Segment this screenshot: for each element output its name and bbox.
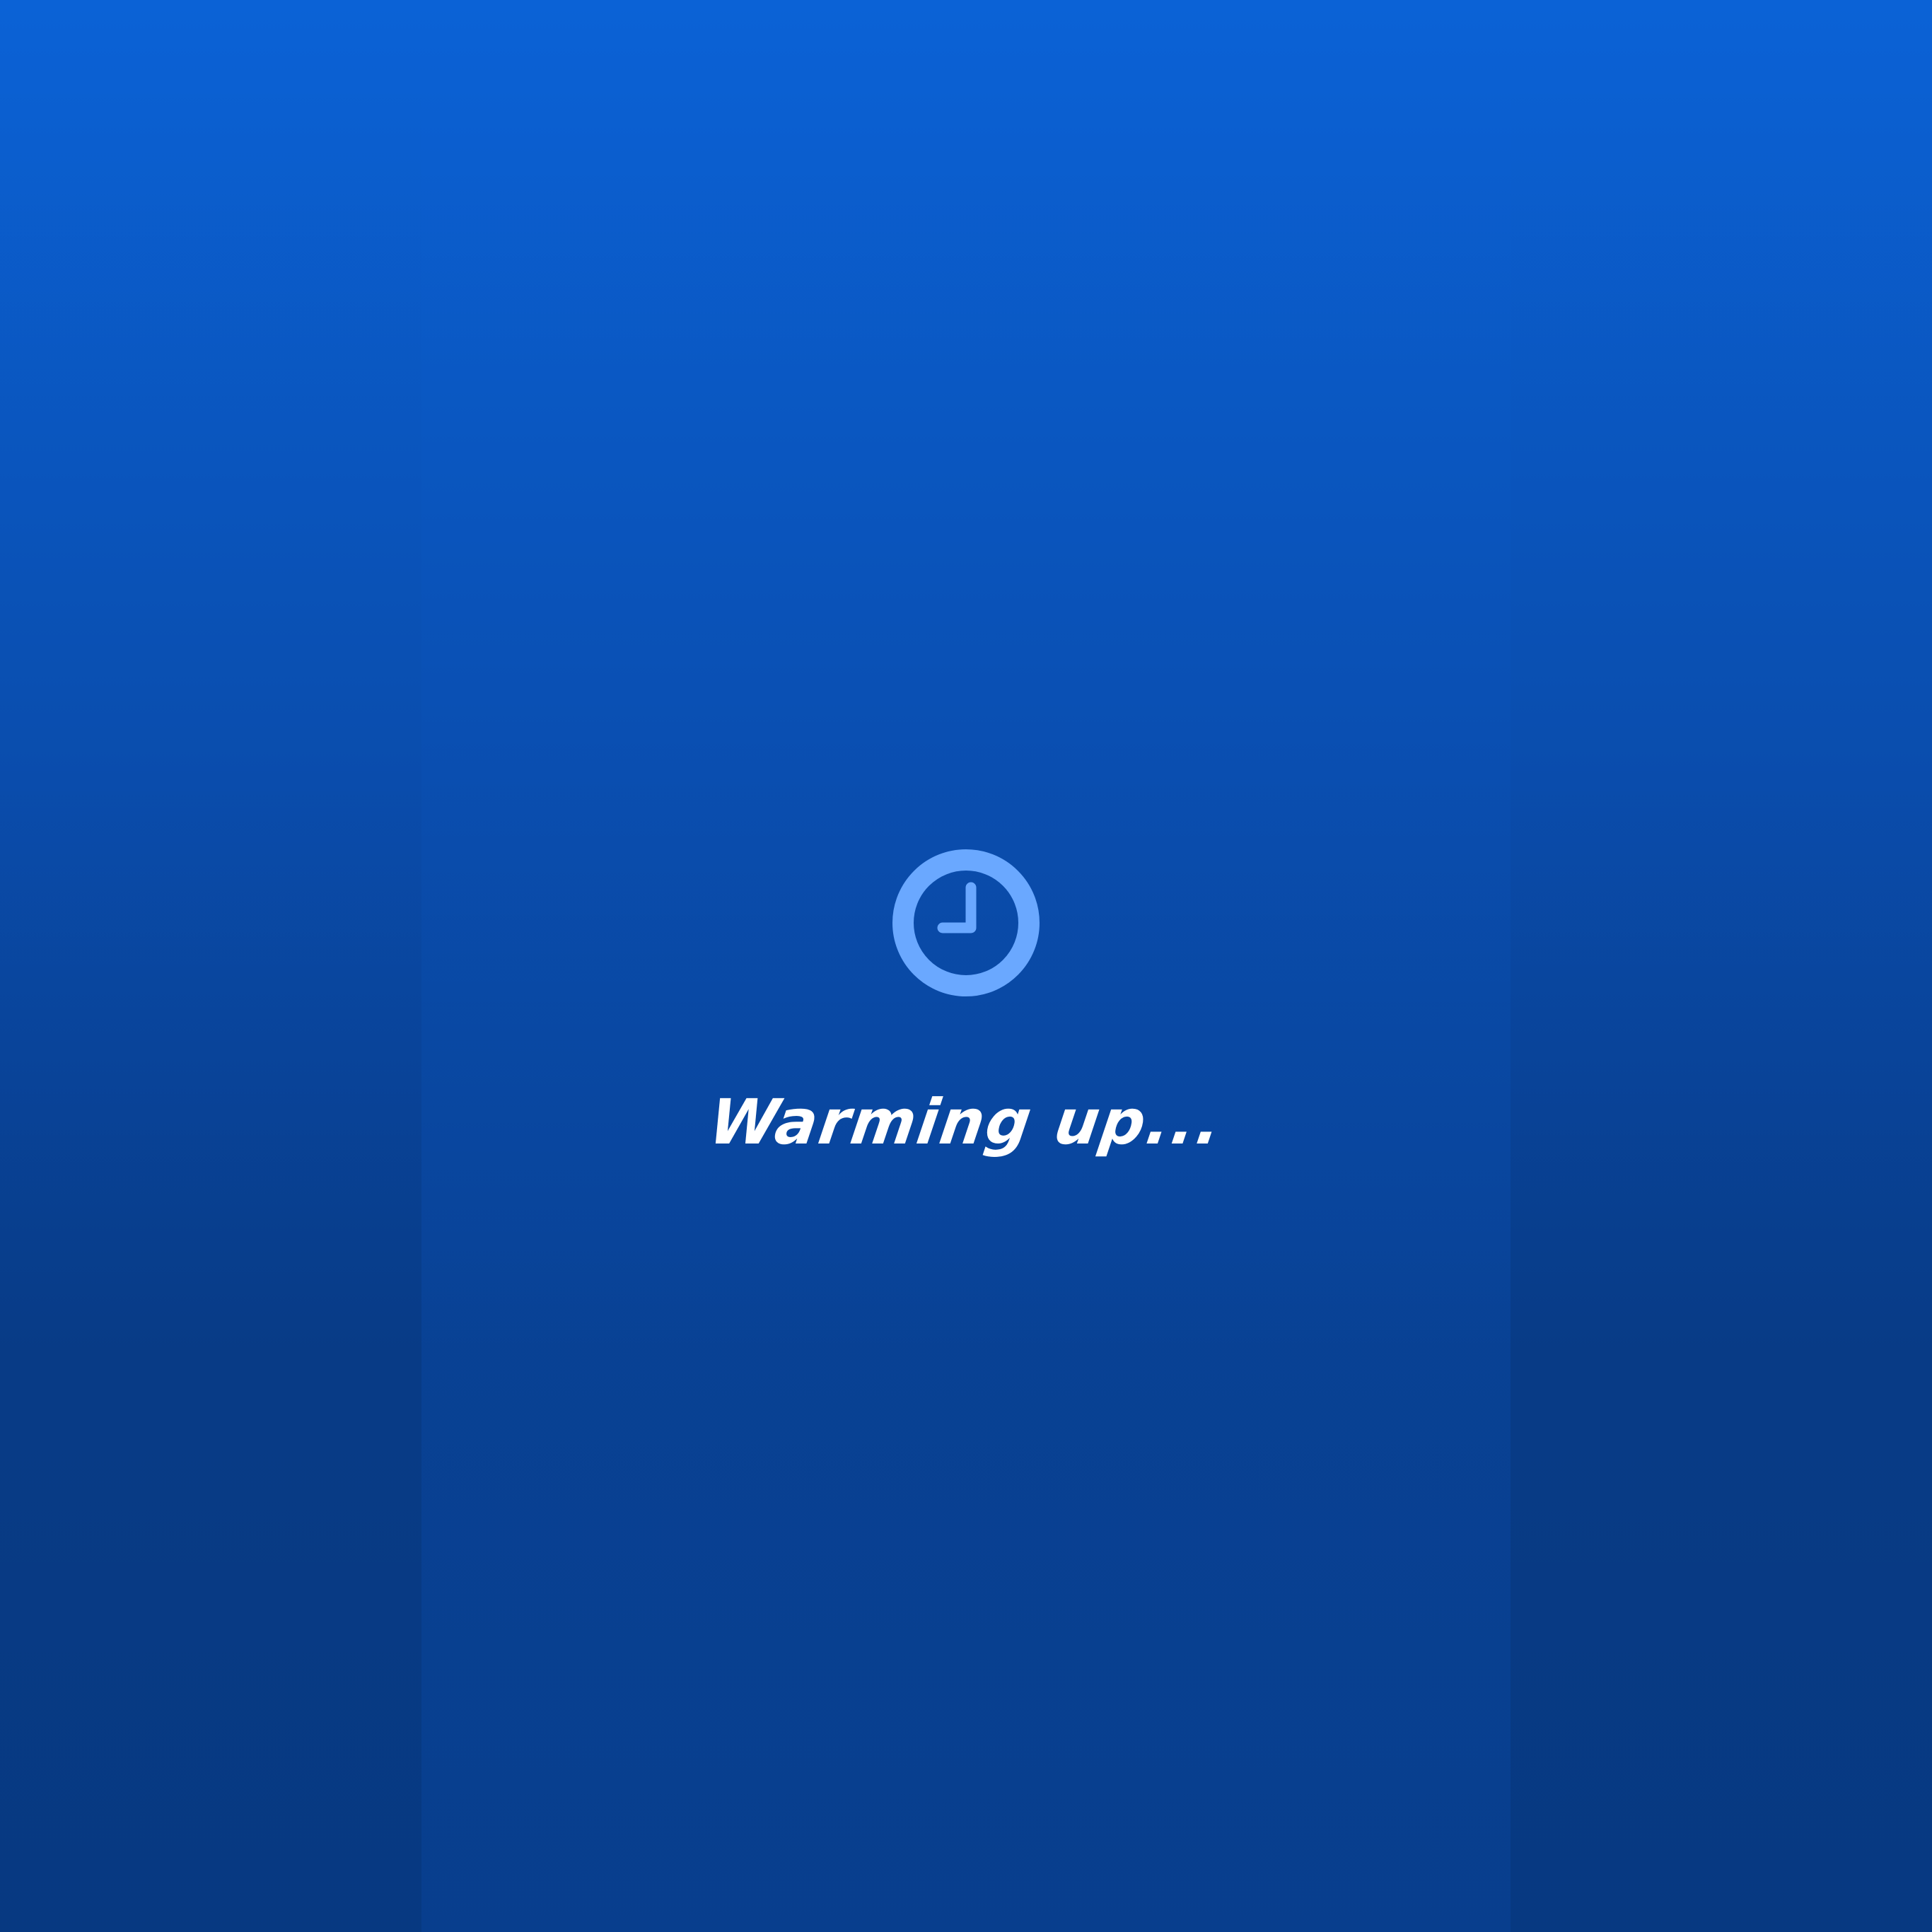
loading-indicator: Warming up... (0, 849, 1932, 1158)
clock-icon (892, 849, 1040, 996)
loading-status-text: Warming up... (704, 1086, 1228, 1158)
